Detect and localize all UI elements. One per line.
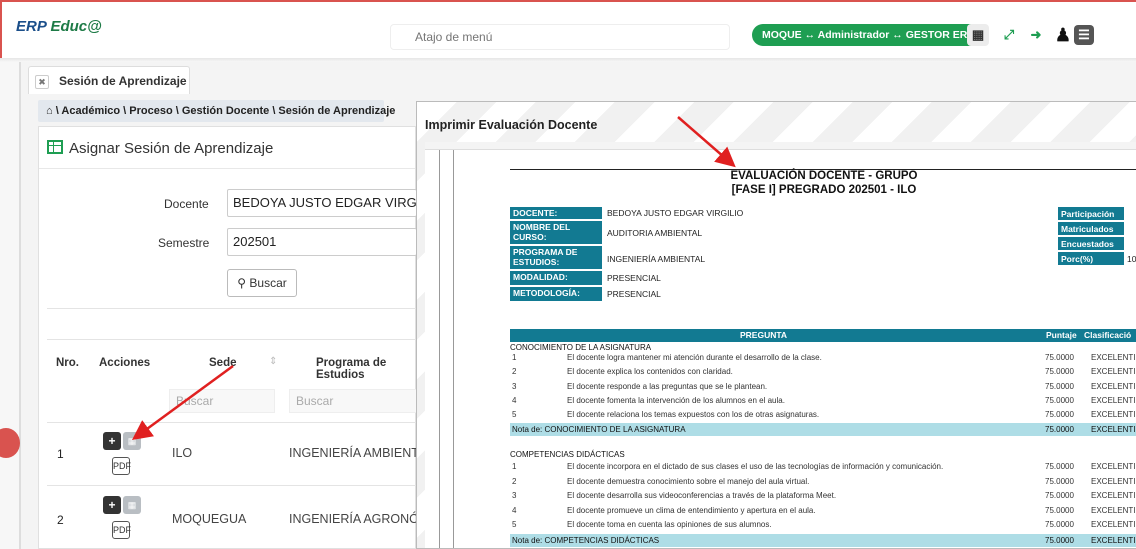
search-icon: ⚲ (237, 276, 247, 290)
home-icon[interactable]: ⌂ (46, 105, 53, 117)
questions-table-header: PREGUNTA Puntaje Clasificació (510, 329, 1136, 342)
grid-view-button[interactable]: ▦ (123, 496, 141, 514)
col-pregunta: PREGUNTA (740, 330, 788, 340)
section-score-row: Nota de: COMPETENCIAS DIDÁCTICAS 75.0000… (510, 534, 1136, 547)
asignar-sesion-panel: Asignar Sesión de Aprendizaje Docente BE… (38, 126, 450, 549)
info-label: PROGRAMA DE ESTUDIOS: (510, 246, 602, 270)
panel-header: Asignar Sesión de Aprendizaje (39, 127, 415, 169)
role-selector-button[interactable]: MOQUE ↔ Administrador ↔ GESTOR ERP (752, 24, 985, 46)
doc-title-line1: EVALUACIÓN DOCENTE - GRUPO (730, 170, 918, 182)
info-value: PRESENCIAL (607, 273, 661, 283)
divider (47, 485, 417, 486)
row-number: 2 (57, 513, 64, 527)
info-value: PRESENCIAL (607, 289, 661, 299)
sede-cell: ILO (172, 446, 193, 460)
info-value: AUDITORIA AMBIENTAL (607, 228, 703, 238)
divider (47, 339, 417, 340)
section-title: CONOCIMIENTO DE LA ASIGNATURA (510, 343, 652, 352)
programa-cell: INGENIERÍA AMBIENTAL (289, 446, 434, 460)
col-clasificacion: Clasificació (1084, 330, 1132, 340)
app-logo[interactable]: ERP Educ@ (16, 18, 102, 35)
section-score-row: Nota de: CONOCIMIENTO DE LA ASIGNATURA 7… (510, 423, 1136, 436)
col-nro[interactable]: Nro. (56, 357, 79, 369)
tab-sesion-aprendizaje[interactable]: ✖ Sesión de Aprendizaje (28, 66, 190, 94)
breadcrumb-path: \ Académico \ Proceso \ Gestión Docente … (55, 105, 396, 117)
panel-title: Asignar Sesión de Aprendizaje (69, 140, 274, 157)
pdf-page: EVALUACIÓN DOCENTE - GRUPO [FASE I] PREG… (453, 150, 1136, 548)
imprimir-evaluacion-modal: Imprimir Evaluación Docente EVALUACIÓN D… (416, 101, 1136, 549)
info-value: INGENIERÍA AMBIENTAL (607, 254, 706, 264)
docente-field[interactable]: BEDOYA JUSTO EDGAR VIRGILIO (227, 189, 417, 217)
close-icon[interactable]: ✖ (35, 75, 49, 89)
hamburger-menu-icon[interactable]: ☰ (1074, 25, 1094, 45)
user-icon[interactable]: ♟ (1052, 24, 1074, 46)
divider (47, 422, 417, 423)
info-label: METODOLOGÍA: (510, 287, 602, 302)
add-session-button[interactable]: + (103, 432, 121, 450)
stat-label: Porc(%) (1058, 252, 1124, 266)
tab-label: Sesión de Aprendizaje (59, 74, 187, 88)
pdf-button[interactable]: PDF (112, 521, 131, 539)
grid-view-button[interactable]: ▦ (123, 432, 141, 450)
apps-grid-icon[interactable]: ▦ (967, 24, 989, 46)
semestre-label: Semestre (158, 236, 210, 250)
info-label: DOCENTE: (510, 207, 602, 220)
doc-title-line2: [FASE I] PREGRADO 202501 - ILO (731, 184, 917, 196)
left-sidebar-strip (0, 62, 20, 549)
divider (47, 308, 417, 309)
docente-label: Docente (164, 197, 209, 211)
buscar-button[interactable]: ⚲ Buscar (227, 269, 297, 297)
col-puntaje: Puntaje (1046, 330, 1077, 340)
col-sede[interactable]: Sede (209, 357, 237, 369)
top-bar: ERP Educ@ ⚲ MOQUE ↔ Administrador ↔ GEST… (0, 0, 1136, 58)
info-label: MODALIDAD: (510, 271, 602, 286)
row-number: 1 (57, 447, 64, 461)
viewer-toolbar (425, 142, 1136, 150)
sede-cell: MOQUEGUA (172, 512, 247, 526)
breadcrumb: ⌂ \ Académico \ Proceso \ Gestión Docent… (38, 100, 395, 122)
stat-label: Matriculados (1058, 222, 1124, 236)
stat-label: Participación (1058, 207, 1124, 221)
stat-value: 10 (1127, 254, 1136, 264)
menu-shortcut-search-input[interactable] (390, 24, 730, 50)
info-value: BEDOYA JUSTO EDGAR VIRGILIO (607, 208, 744, 218)
programa-filter-input[interactable]: Buscar (289, 389, 417, 413)
sede-filter-input[interactable]: Buscar (169, 389, 275, 413)
semestre-field[interactable]: 202501 (227, 228, 417, 256)
section-title: COMPETENCIAS DIDÁCTICAS (510, 450, 625, 459)
col-acciones[interactable]: Acciones (99, 357, 150, 369)
pdf-viewer[interactable]: EVALUACIÓN DOCENTE - GRUPO [FASE I] PREG… (425, 142, 1136, 548)
info-label: NOMBRE DEL CURSO: (510, 221, 602, 245)
logout-icon[interactable]: ➜ (1025, 24, 1047, 46)
add-session-button[interactable]: + (103, 496, 121, 514)
table-icon (47, 140, 63, 154)
pdf-gutter (425, 150, 453, 548)
col-programa[interactable]: Programa de Estudios (316, 357, 415, 381)
stat-label: Encuestados (1058, 237, 1124, 251)
modal-title: Imprimir Evaluación Docente (425, 118, 598, 132)
pdf-button[interactable]: PDF (112, 457, 131, 475)
fullscreen-icon[interactable]: ⤢ (998, 24, 1020, 46)
sort-icon[interactable]: ⇕ (269, 356, 277, 367)
